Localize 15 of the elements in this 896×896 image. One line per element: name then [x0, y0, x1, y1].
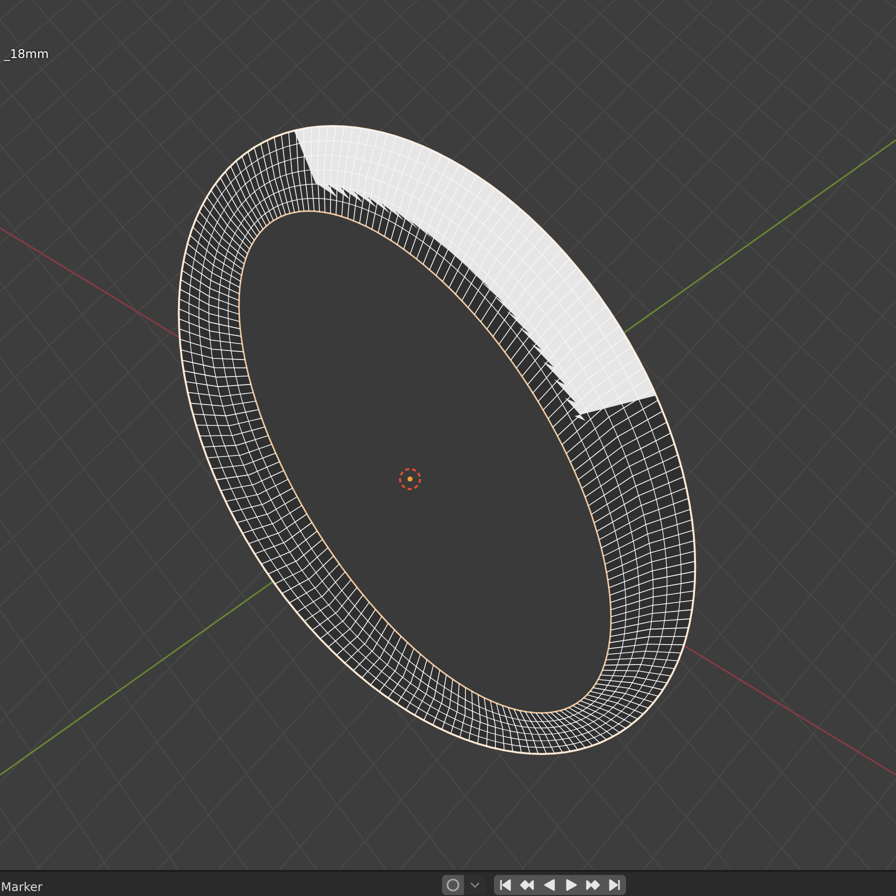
jump-to-start-button[interactable]	[494, 875, 516, 895]
marker-menu[interactable]: Marker	[1, 878, 42, 896]
auto-keying-toggle[interactable]	[442, 875, 464, 895]
jump-to-end-button[interactable]	[604, 875, 626, 895]
triangle-left-icon	[542, 878, 556, 892]
triangle-diamond-right-icon	[586, 878, 600, 892]
origin-cursor-icon	[399, 468, 421, 490]
record-circle-icon	[446, 878, 460, 892]
chevron-down-icon	[470, 881, 480, 889]
triangle-bar-right-icon	[608, 878, 622, 892]
bar-triangle-left-icon	[498, 878, 512, 892]
triangle-right-icon	[564, 878, 578, 892]
auto-keying-dropdown[interactable]	[464, 875, 486, 895]
object-name-label: _18mm	[4, 46, 49, 63]
diamond-triangle-left-icon	[520, 878, 534, 892]
